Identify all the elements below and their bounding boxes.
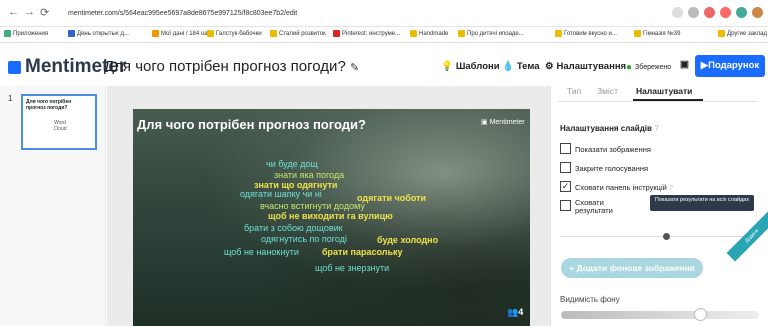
bookmark-item[interactable]: Мої дані / 184 ua [152, 30, 208, 37]
logo-mark-icon [8, 60, 21, 74]
word-cloud-word: одягати чоботи [357, 193, 427, 203]
word-cloud-word: чи буде дощ [266, 159, 318, 169]
word-cloud-word: брати парасольку [322, 247, 403, 257]
hide-instructions-label: Сховати панель інструкцій ? [575, 183, 674, 192]
bookmark-item[interactable]: Про дитячі ипоаде... [458, 30, 524, 37]
settings-button[interactable]: ⚙ Налаштування [545, 61, 626, 72]
bookmark-item[interactable]: Сталий розвиток [270, 30, 326, 37]
thumb-title: Для чого потрібен прогноз погоди? [26, 99, 72, 111]
word-cloud-word: вчасно встигнути додому [260, 201, 365, 211]
profile-avatar-icon[interactable] [752, 7, 763, 18]
word-cloud-word: щоб не знерзнути [315, 263, 390, 273]
forward-icon[interactable]: → [24, 6, 35, 18]
section-marker [663, 233, 670, 240]
tab-type[interactable]: Тип [567, 86, 581, 96]
bookmark-item[interactable]: Гімназія №39 [634, 30, 680, 37]
bookmark-item[interactable]: Готовим вкусно и... [555, 30, 617, 37]
word-cloud-word: щоб не виходити га вулицю [268, 211, 393, 221]
bookmark-item[interactable]: День открытых д... [68, 30, 129, 37]
check-circle-icon: ● [626, 62, 633, 73]
bookmark-item[interactable]: Pinterest: инструме... [333, 30, 400, 37]
share-icon[interactable]: ▣ [680, 59, 689, 70]
tab-content[interactable]: Зміст [597, 86, 618, 96]
divider-line [560, 236, 760, 237]
slide-title: Для чого потрібен прогноз погоди? [137, 117, 366, 132]
bookmarks-bar: Приложения День открытых д... Мої дані /… [0, 27, 768, 43]
drop-icon: 💧 [502, 61, 514, 72]
show-image-label: Показати зображення [575, 145, 651, 154]
bookmark-item[interactable]: Приложения [4, 30, 48, 37]
word-cloud-word: буде холодно [377, 235, 439, 245]
browser-toolbar: ← → ⟳ mentimeter.com/s/564eac995ee5697a8… [0, 0, 768, 27]
gear-icon: ⚙ [545, 61, 554, 72]
address-bar[interactable]: mentimeter.com/s/564eac995ee5697a8de8675… [58, 5, 668, 22]
hide-results-label: Сховати результати [575, 198, 613, 215]
url-text: mentimeter.com/s/564eac995ee5697a8de8675… [68, 10, 298, 17]
help-icon[interactable]: ? [669, 183, 673, 192]
slide-settings-title: Налаштування слайдів ? [560, 124, 659, 133]
logo-mark-icon: ▣ [481, 119, 488, 126]
slide-number: 1 [8, 94, 13, 103]
tab-customize[interactable]: Налаштувати [636, 86, 692, 96]
private-voting-checkbox[interactable] [560, 162, 571, 173]
slider-handle[interactable] [694, 308, 707, 321]
private-voting-label: Закрите голосування [575, 164, 649, 173]
word-cloud-word: знати яка погода [274, 170, 345, 180]
vote-count: 👥4 [507, 307, 524, 317]
show-results-all-button[interactable]: Показати результати на всіх слайдах [650, 195, 754, 211]
star-icon[interactable] [688, 7, 699, 18]
add-background-image-button[interactable]: + Додати фонове зображення [561, 258, 703, 278]
bookmark-item[interactable]: Другие заклад [718, 30, 767, 37]
help-icon[interactable]: ? [654, 124, 658, 133]
background-visibility-label: Видимість фону [560, 295, 620, 304]
people-icon: 👥 [507, 307, 519, 317]
word-cloud-word: щоб не нанокнути [224, 247, 299, 257]
presentation-title[interactable]: Для чого потрібен прогноз погоди? ✎ [104, 58, 359, 75]
extension-icon[interactable] [720, 7, 731, 18]
thumb-label: Word Cloud [53, 120, 67, 132]
pencil-icon[interactable]: ✎ [350, 62, 359, 74]
bookmark-item[interactable]: Галстук-бабочки [207, 30, 262, 37]
background-visibility-slider[interactable] [561, 311, 759, 319]
hide-results-checkbox[interactable] [560, 200, 571, 211]
translate-icon[interactable] [672, 7, 683, 18]
extension-icon-2[interactable] [736, 7, 747, 18]
present-button[interactable]: ▶Подарунок [695, 55, 765, 77]
hide-instructions-checkbox[interactable]: ✓ [560, 181, 571, 192]
pinterest-ext-icon[interactable] [704, 7, 715, 18]
word-cloud-word: одягати шапку чи ні [240, 189, 322, 199]
tabs-divider [558, 101, 758, 102]
saved-status: ● Збережено [626, 62, 672, 73]
reload-icon[interactable]: ⟳ [40, 6, 49, 19]
slide-brand: ▣ Mentimeter [481, 119, 525, 126]
play-icon: ▶ [700, 60, 709, 71]
templates-button[interactable]: 💡 Шаблони [441, 61, 500, 72]
show-image-checkbox[interactable] [560, 143, 571, 154]
theme-button[interactable]: 💧 Тема [502, 61, 540, 72]
slide-thumbnail[interactable]: Для чого потрібен прогноз погоди? Word C… [21, 94, 97, 150]
word-cloud-word: одягнутись по погоді [261, 234, 347, 244]
back-icon[interactable]: ← [8, 6, 19, 18]
word-cloud-word: брати з собою дощовик [244, 223, 343, 233]
bookmark-item[interactable]: Handmade [410, 30, 448, 37]
active-tab-indicator [633, 99, 703, 101]
lightbulb-icon: 💡 [441, 61, 453, 72]
